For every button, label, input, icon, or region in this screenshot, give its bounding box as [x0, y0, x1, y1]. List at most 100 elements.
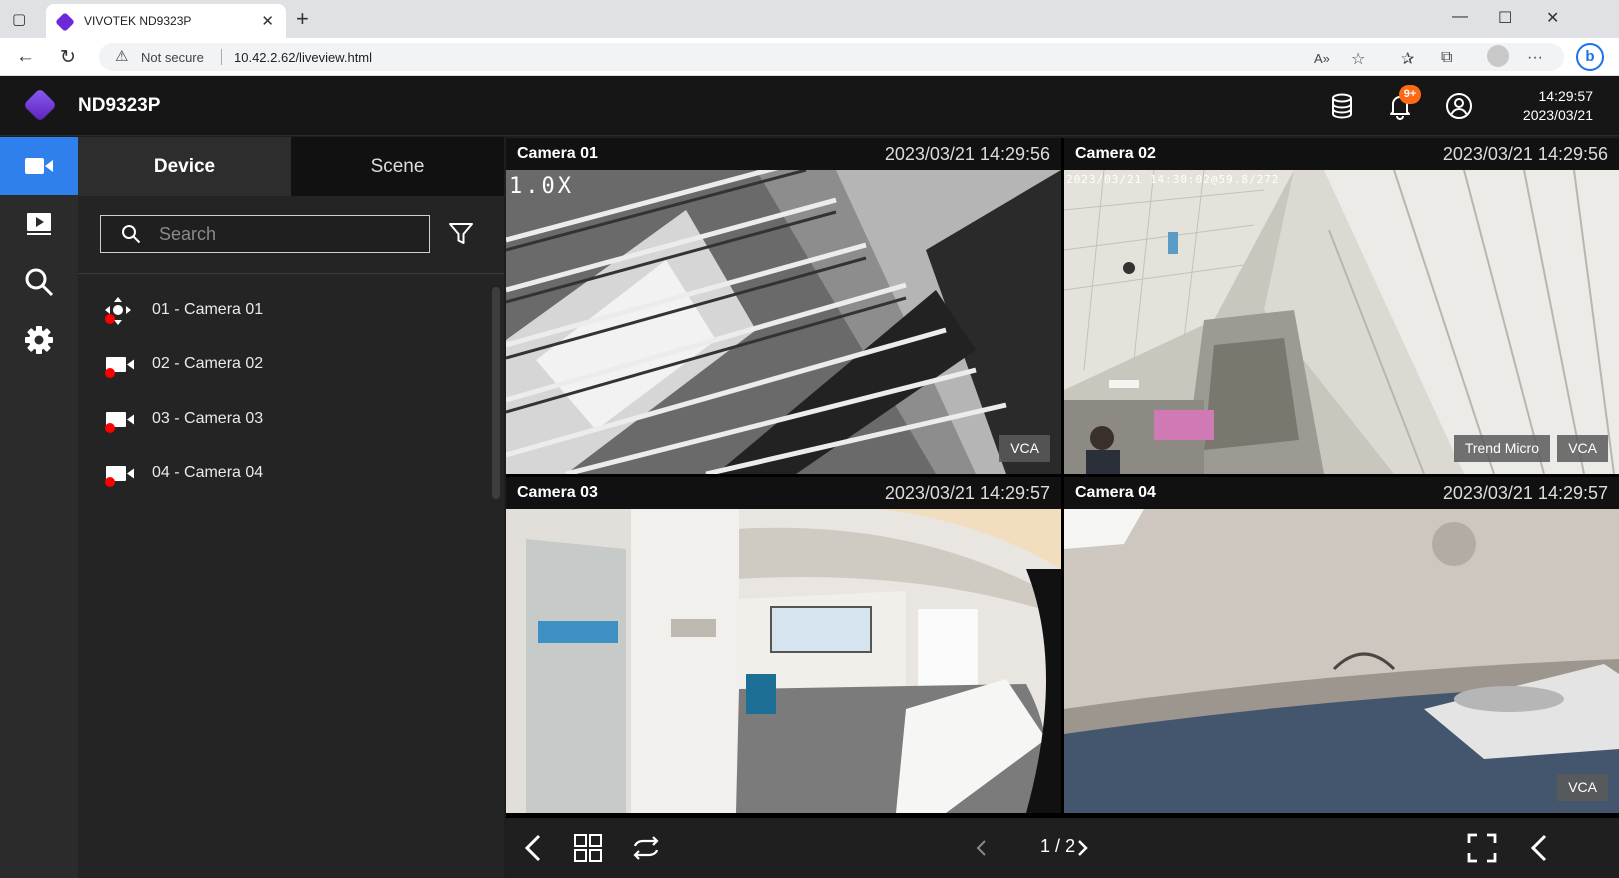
device-panel: Device Scene 01 - Camera 01 02 - Camera … [78, 137, 504, 878]
tile-header: Camera 02 2023/03/21 14:29:56 [1064, 138, 1619, 170]
more-icon[interactable]: ··· [1527, 49, 1543, 67]
camera-list-item[interactable]: 04 - Camera 04 [78, 451, 478, 499]
tile-timestamp: 2023/03/21 14:29:56 [1442, 144, 1608, 164]
camera-tile[interactable]: Camera 01 2023/03/21 14:29:56 1.0X VCA [506, 138, 1061, 474]
playback-icon [27, 213, 51, 235]
camera-label: 01 - Camera 01 [152, 301, 264, 318]
video-stream[interactable]: VCA [1064, 509, 1619, 813]
maximize-icon[interactable]: ☐ [1498, 8, 1512, 28]
panel-divider [78, 273, 504, 274]
url-text[interactable]: 10.42.2.62/liveview.html [234, 50, 372, 65]
ptz-camera-icon [105, 297, 131, 325]
zoom-osd: 1.0X [509, 174, 574, 199]
user-account-icon[interactable] [1445, 92, 1473, 120]
vca-tag[interactable]: VCA [999, 435, 1050, 462]
tile-camera-name: Camera 04 [1075, 484, 1156, 501]
tile-camera-name: Camera 02 [1075, 145, 1156, 162]
video-stream[interactable]: 2023/03/21 14:30:02@59.8/272 Trend Micro… [1064, 170, 1619, 474]
nav-settings[interactable] [0, 311, 78, 369]
new-tab-icon[interactable]: + [296, 6, 309, 32]
next-page-icon[interactable] [1066, 832, 1098, 864]
favorites-icon[interactable]: ✰ [1401, 49, 1414, 69]
camera-osd-text: 2023/03/21 14:30:02@59.8/272 [1066, 173, 1280, 186]
storage-icon[interactable] [1328, 92, 1356, 120]
header-clock: 14:29:57 2023/03/21 [1523, 87, 1593, 125]
collections-icon[interactable]: ⧉ [1441, 49, 1452, 67]
vivotek-favicon [55, 12, 75, 32]
camera-label: 03 - Camera 03 [152, 410, 264, 427]
camera-tile[interactable]: Camera 02 2023/03/21 14:29:56 2023/03/21… [1064, 138, 1619, 474]
tab-device[interactable]: Device [78, 137, 291, 196]
camera-icon [105, 466, 134, 487]
read-aloud-icon[interactable]: A» [1314, 51, 1330, 66]
video-frame [1064, 509, 1619, 813]
camera-list-item[interactable]: 03 - Camera 03 [78, 397, 478, 445]
camera-label: 02 - Camera 02 [152, 355, 264, 372]
video-stream[interactable]: 1.0X VCA [506, 170, 1061, 474]
app-header: ND9323P 9+ 14:29:57 2023/03/21 [0, 76, 1619, 136]
panel-scrollbar[interactable] [492, 287, 500, 499]
trend-micro-tag[interactable]: Trend Micro [1453, 435, 1550, 462]
url-separator [221, 49, 222, 65]
camera-list-item[interactable]: 01 - Camera 01 [78, 288, 478, 336]
tab-actions-icon[interactable]: ▢ [12, 10, 32, 30]
camera-tile[interactable]: Camera 04 2023/03/21 14:29:57 VCA [1064, 477, 1619, 813]
camera-tile[interactable]: Camera 03 2023/03/21 14:29:57 [506, 477, 1061, 813]
minimize-icon[interactable]: — [1452, 8, 1468, 26]
browser-tab-title: VIVOTEK ND9323P [84, 14, 192, 28]
fullscreen-icon[interactable] [1466, 832, 1498, 864]
bing-icon[interactable]: b [1576, 43, 1604, 71]
search-icon [122, 225, 141, 244]
back-icon[interactable]: ← [16, 46, 35, 68]
browser-tab-strip: ▢ VIVOTEK ND9323P ✕ + — ☐ ✕ [0, 0, 1619, 38]
camera-list-item[interactable]: 02 - Camera 02 [78, 342, 478, 390]
nav-liveview[interactable] [0, 137, 78, 195]
close-tab-icon[interactable]: ✕ [261, 12, 274, 30]
vca-tag[interactable]: VCA [1557, 435, 1608, 462]
tab-scene[interactable]: Scene [291, 137, 504, 196]
camera-label: 04 - Camera 04 [152, 464, 264, 481]
browser-tab[interactable]: VIVOTEK ND9323P ✕ [46, 4, 286, 38]
tile-camera-name: Camera 03 [517, 484, 598, 501]
profile-avatar[interactable] [1487, 45, 1509, 67]
tile-header: Camera 03 2023/03/21 14:29:57 [506, 477, 1061, 509]
video-camera-icon [25, 158, 53, 174]
tile-timestamp: 2023/03/21 14:29:57 [884, 483, 1050, 503]
left-nav-rail [0, 137, 78, 878]
rotate-sequence-icon[interactable] [630, 832, 662, 864]
liveview-toolbar: 1 / 2 [506, 818, 1619, 878]
video-frame [506, 170, 1061, 474]
video-grid: Camera 01 2023/03/21 14:29:56 1.0X VCA C… [506, 138, 1619, 818]
tile-header: Camera 01 2023/03/21 14:29:56 [506, 138, 1061, 170]
camera-icon [105, 412, 134, 433]
header-date: 2023/03/21 [1522, 107, 1593, 123]
warning-icon: ⚠ [115, 48, 129, 65]
page-separator: / [1055, 836, 1061, 856]
collapse-panel-icon[interactable] [518, 832, 550, 864]
vca-tag[interactable]: VCA [1557, 774, 1608, 801]
camera-icon [105, 357, 134, 378]
video-stream[interactable] [506, 509, 1061, 813]
filter-icon[interactable] [448, 221, 474, 247]
security-label[interactable]: Not secure [141, 50, 204, 65]
add-favorite-icon[interactable]: ☆ [1351, 49, 1365, 69]
gear-icon [25, 326, 53, 354]
notification-badge: 9+ [1399, 85, 1421, 104]
tile-header: Camera 04 2023/03/21 14:29:57 [1064, 477, 1619, 509]
grid-layout-icon[interactable] [572, 832, 604, 864]
search-icon [25, 268, 54, 297]
previous-page-icon[interactable] [966, 832, 998, 864]
header-time: 14:29:57 [1538, 88, 1594, 104]
current-page: 1 [1040, 836, 1051, 856]
nav-playback[interactable] [0, 195, 78, 253]
search-input[interactable] [159, 220, 419, 248]
tile-camera-name: Camera 01 [517, 145, 598, 162]
tile-timestamp: 2023/03/21 14:29:57 [1442, 483, 1608, 503]
close-window-icon[interactable]: ✕ [1546, 8, 1559, 28]
refresh-icon[interactable]: ↻ [60, 46, 76, 69]
video-frame [1064, 170, 1619, 474]
status-dot [105, 314, 115, 324]
url-box[interactable]: ⚠ Not secure 10.42.2.62/liveview.html A»… [99, 43, 1564, 71]
expand-panel-icon[interactable] [1524, 832, 1556, 864]
nav-search[interactable] [0, 253, 78, 311]
